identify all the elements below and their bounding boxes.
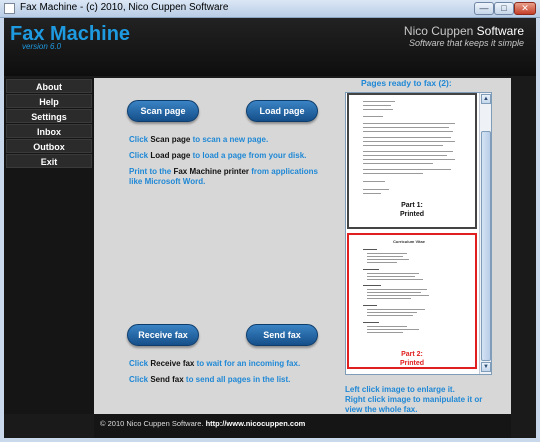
letter-preview	[363, 99, 461, 201]
page-part-label: Part 2:	[401, 351, 423, 358]
sidebar-item-settings[interactable]: Settings	[6, 109, 92, 123]
page-part-label: Part 1:	[401, 202, 423, 209]
cv-heading: Curriculum Vitae	[393, 239, 425, 244]
pages-list-title: Pages ready to fax (2):	[361, 78, 452, 88]
window-title: Fax Machine - (c) 2010, Nico Cuppen Soft…	[20, 2, 229, 13]
load-page-button[interactable]: Load page	[246, 100, 318, 122]
pages-list[interactable]: Part 1: Printed Curriculum Vitae Part 2:…	[345, 92, 492, 375]
sidebar-item-exit[interactable]: Exit	[6, 154, 92, 168]
page-thumbnail-selected[interactable]: Curriculum Vitae Part 2: Printed	[347, 233, 477, 369]
scroll-up-icon[interactable]: ▲	[481, 94, 491, 104]
sidebar-item-inbox[interactable]: Inbox	[6, 124, 92, 138]
minimize-icon[interactable]: —	[474, 2, 494, 15]
sidebar-item-about[interactable]: About	[6, 79, 92, 93]
brand-tagline: Software that keeps it simple	[408, 38, 524, 48]
brand-name-plain: Nico Cuppen	[403, 24, 477, 38]
scan-hint: Click Scan page to scan a new page.	[129, 135, 269, 144]
print-hint: Print to the Fax Machine printer from ap…	[129, 167, 318, 176]
main-content: Scan page Load page Click Scan page to s…	[94, 78, 511, 414]
title-bar: Fax Machine - (c) 2010, Nico Cuppen Soft…	[0, 0, 540, 18]
pages-help-line3: view the whole fax.	[345, 405, 418, 414]
scrollbar-thumb[interactable]	[481, 131, 491, 361]
pages-help-line2: Right click image to manipulate it or	[345, 395, 483, 404]
footer: © 2010 Nico Cuppen Software. http://www.…	[94, 414, 511, 438]
pages-scrollbar[interactable]: ▲ ▼	[479, 93, 491, 374]
receive-hint: Click Receive fax to wait for an incomin…	[129, 359, 301, 368]
scroll-down-icon[interactable]: ▼	[481, 362, 491, 372]
app-version: version 6.0	[22, 42, 62, 51]
send-fax-button[interactable]: Send fax	[246, 324, 318, 346]
load-hint: Click Load page to load a page from your…	[129, 151, 307, 160]
brand-name: Nico Cuppen Software	[404, 24, 524, 38]
page-status: Printed	[399, 360, 425, 367]
cv-preview: Curriculum Vitae	[363, 239, 461, 341]
copyright-text: © 2010 Nico Cuppen Software. http://www.…	[100, 419, 306, 428]
send-hint: Click Send fax to send all pages in the …	[129, 375, 291, 384]
close-icon[interactable]: ✕	[514, 2, 536, 15]
receive-fax-button[interactable]: Receive fax	[127, 324, 199, 346]
page-thumbnail[interactable]: Part 1: Printed	[347, 93, 477, 229]
brand-name-bold: Software	[476, 24, 524, 38]
page-status: Printed	[399, 211, 425, 218]
sidebar-item-help[interactable]: Help	[6, 94, 92, 108]
app-frame: Fax Machine version 6.0 Nico Cuppen Soft…	[4, 18, 536, 438]
pages-help-line1: Left click image to enlarge it.	[345, 385, 455, 394]
app-icon	[4, 3, 15, 14]
scan-page-button[interactable]: Scan page	[127, 100, 199, 122]
sidebar-item-outbox[interactable]: Outbox	[6, 139, 92, 153]
print-hint-line2: like Microsoft Word.	[129, 177, 206, 186]
website-link[interactable]: http://www.nicocuppen.com	[206, 419, 306, 428]
app-header: Fax Machine version 6.0 Nico Cuppen Soft…	[4, 18, 536, 76]
maximize-icon[interactable]: □	[494, 2, 514, 15]
sidebar: About Help Settings Inbox Outbox Exit	[4, 78, 94, 414]
